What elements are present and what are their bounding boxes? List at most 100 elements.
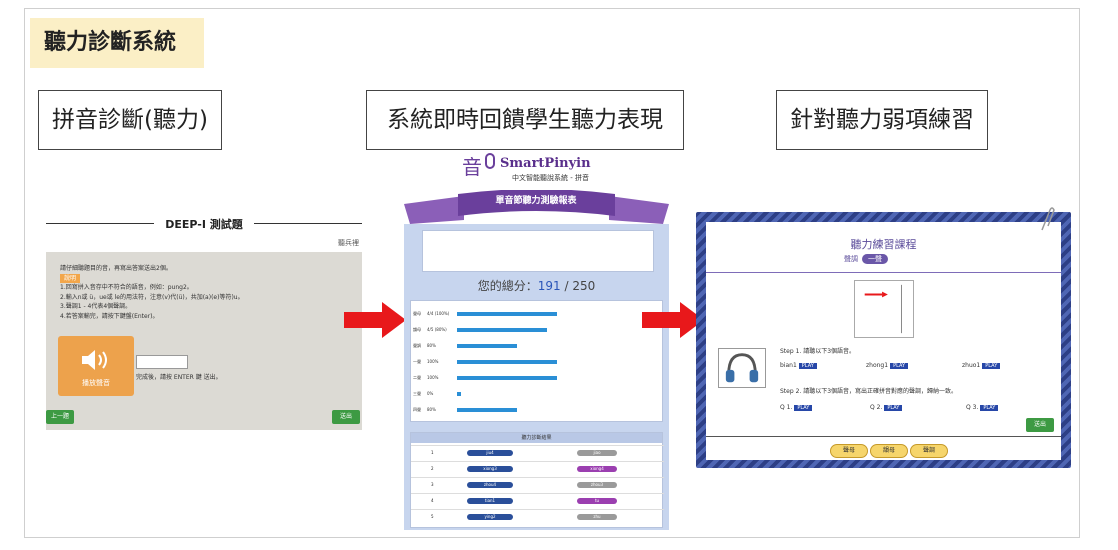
row-number: 1 — [431, 450, 434, 455]
table-row: 2 xiong3 xiong4 — [411, 461, 664, 475]
chart-bar — [457, 376, 557, 380]
answer-pill: zhou4 — [467, 482, 513, 488]
chart-row-percent: 4/5 (80%) — [427, 327, 447, 332]
chart-bar — [457, 328, 547, 332]
chart-row-percent: 80% — [427, 407, 436, 412]
question-3: Q 3. PLAY — [966, 404, 999, 411]
play-button[interactable]: PLAY — [890, 363, 909, 369]
submit-button[interactable]: 送出 — [332, 410, 360, 424]
answer-pill: xiong3 — [467, 466, 513, 472]
step-label-practice: 針對聽力弱項練習 — [776, 90, 988, 150]
chart-row-label: 二聲 — [413, 375, 421, 380]
instruction-line: 3.聲調1 - 4代表4個聲調。 — [60, 303, 132, 310]
chart-row: 三聲 0% — [413, 389, 563, 399]
instructions: 請仔細聽題目的音，再寫出答案送出2個。 說明 1.回寫拼入音存中不符合的語音，例… — [60, 264, 244, 321]
chart-row: 聲調 80% — [413, 341, 563, 351]
chart-row-label: 三聲 — [413, 391, 421, 396]
answer-pill: ying2 — [467, 514, 513, 520]
word-2: zhong1 PLAY — [866, 362, 909, 369]
play-button[interactable]: PLAY — [794, 405, 813, 411]
play-button[interactable]: PLAY — [982, 363, 1001, 369]
test-subheading: 聽兵裡 — [338, 239, 359, 247]
score-label: 您的總分： — [477, 279, 538, 293]
arrow-right-icon — [344, 302, 406, 338]
play-button[interactable]: PLAY — [884, 405, 903, 411]
table-row: 5 ying2 zhu — [411, 509, 664, 523]
play-audio-label: 播放聲音 — [82, 379, 110, 387]
question-1: Q 1. PLAY — [780, 404, 813, 411]
speaker-icon — [82, 350, 107, 370]
step1-text: Step 1. 請聽以下3個語音。 — [780, 348, 856, 355]
arrow-right-icon — [642, 302, 704, 338]
practice-title: 聽力練習課程 — [850, 238, 917, 251]
chart-row-label: 一聲 — [413, 359, 421, 364]
chart-bar — [457, 360, 557, 364]
headphones-icon — [718, 348, 766, 388]
previous-button[interactable]: 上一題 — [46, 410, 74, 424]
chart-bar — [457, 392, 461, 396]
answer-pill: tian1 — [467, 498, 513, 504]
instruction-tag: 說明 — [60, 273, 81, 283]
test-heading: DEEP-I 測試題 — [46, 216, 362, 232]
word-1: bian1 PLAY — [780, 362, 817, 369]
row-number: 2 — [431, 466, 434, 471]
answer-input[interactable] — [136, 355, 188, 369]
table-row: 3 zhou4 zhou3 — [411, 477, 664, 491]
table-row: 4 tian1 tu — [411, 493, 664, 507]
play-audio-button[interactable]: 播放聲音 — [58, 336, 134, 396]
practice-window: 聽力練習課程 聲調 一聲 Step 1. 請聽以下3個語音。 bian1 PLAY … — [706, 222, 1061, 460]
score-chart: 聲母 4/4 (100%) 韻母 4/5 (80%) 聲調 80% 一聲 100% 二聲 100%… — [410, 300, 663, 422]
svg-text:音: 音 — [462, 155, 482, 179]
play-button[interactable]: PLAY — [798, 363, 817, 369]
row-number: 3 — [431, 482, 434, 487]
logo-name: SmartPinyin — [500, 156, 591, 171]
chart-bar — [457, 408, 517, 412]
tab-tones[interactable]: 聲調 — [910, 444, 948, 458]
result-pill: tu — [577, 498, 617, 504]
chart-row-label: 聲調 — [413, 343, 421, 348]
logo-subtitle: 中文智能聽說系統 - 拼音 — [512, 173, 589, 182]
divider — [706, 436, 1061, 437]
chart-row-percent: 80% — [427, 343, 436, 348]
row-number: 4 — [431, 498, 434, 503]
chart-row: 二聲 100% — [413, 373, 563, 383]
chart-row: 聲母 4/4 (100%) — [413, 309, 563, 319]
chart-row-label: 四聲 — [413, 407, 421, 412]
instruction-line: 2.輸入n或 ü，ue或 le的用法符，注意(v)代(ü)，共加(a)(e)等符… — [60, 293, 244, 301]
result-pill: zhu — [577, 514, 617, 520]
question-2: Q 2. PLAY — [870, 404, 903, 411]
practice-panel: 聽力練習課程 聲調 一聲 Step 1. 請聽以下3個語音。 bian1 PLAY … — [696, 207, 1071, 468]
chart-row-percent: 0% — [427, 391, 434, 396]
table-row: 1 jiu4 jiao — [411, 445, 664, 459]
chart-row-percent: 100% — [427, 375, 439, 380]
smartpinyin-logo: 音 SmartPinyin 中文智能聽說系統 - 拼音 — [462, 153, 591, 182]
next-button[interactable]: 送出 — [1026, 418, 1054, 432]
tab-finals[interactable]: 韻母 — [870, 444, 908, 458]
diagnosis-list-header: 聽力診斷結果 — [411, 433, 662, 443]
tab-initials[interactable]: 聲母 — [830, 444, 868, 458]
result-pill: jiao — [577, 450, 617, 456]
step-label-feedback: 系統即時回饋學生聽力表現 — [366, 90, 684, 150]
chart-row-label: 聲母 — [413, 311, 421, 316]
chart-row: 四聲 80% — [413, 405, 563, 415]
report-panel: 音 SmartPinyin 中文智能聽說系統 - 拼音 單音節聽力測驗報表 您的… — [404, 150, 669, 530]
diagnosis-list: 聽力診斷結果 1 jiu4 jiao 2 xiong3 xiong4 3 zhou4 zhou3… — [410, 432, 664, 528]
chart-row: 韻母 4/5 (80%) — [413, 325, 563, 335]
chart-row-label: 韻母 — [413, 327, 421, 332]
submit-hint: 完成後，請按 ENTER 鍵 送出。 — [136, 374, 222, 381]
step2-text: Step 2. 請聽以下3個語音，寫出正確拼音對應的聲調，歸納一致。 — [780, 388, 958, 395]
chart-row: 一聲 100% — [413, 357, 563, 367]
chart-row-percent: 100% — [427, 359, 439, 364]
step-label-diagnosis: 拼音診斷(聽力) — [38, 90, 222, 150]
tone-badge: 一聲 — [862, 254, 888, 264]
chart-bar — [457, 312, 557, 316]
score-total: 250 — [572, 279, 596, 293]
practice-subtitle: 聲調 一聲 — [844, 254, 888, 264]
page-title: 聽力診斷系統 — [30, 18, 204, 68]
result-pill: xiong4 — [577, 466, 617, 472]
practice-frame: 聽力練習課程 聲調 一聲 Step 1. 請聽以下3個語音。 bian1 PLAY … — [696, 212, 1071, 468]
play-button[interactable]: PLAY — [980, 405, 999, 411]
result-pill: zhou3 — [577, 482, 617, 488]
chart-row-percent: 4/4 (100%) — [427, 311, 450, 316]
paperclip-icon — [1041, 207, 1055, 231]
